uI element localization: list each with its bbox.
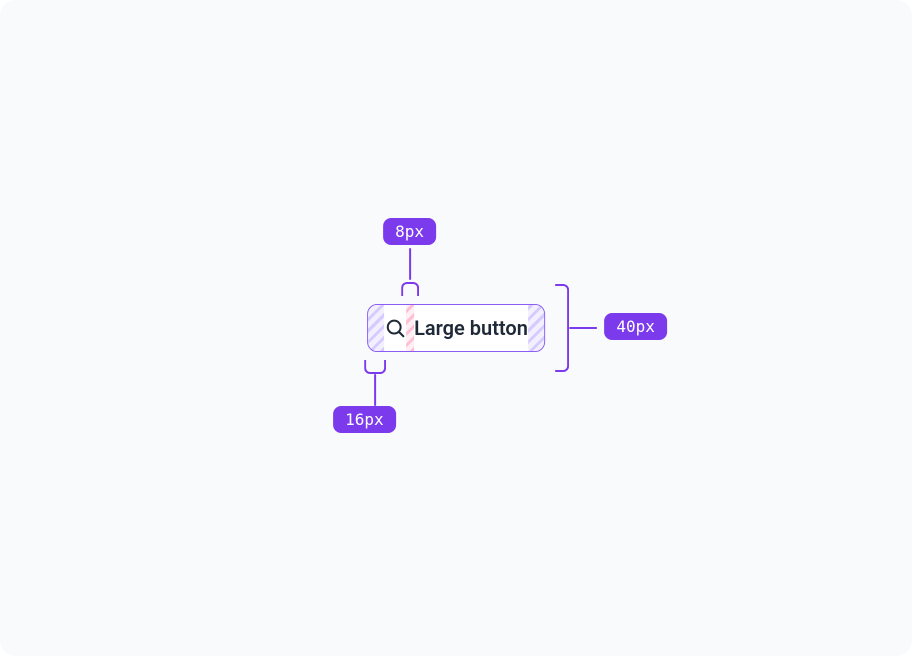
height-bracket <box>555 284 569 372</box>
gap-badge: 8px <box>383 218 436 245</box>
large-button[interactable]: Large button <box>367 304 545 352</box>
padding-bracket <box>364 360 386 374</box>
height-badge: 40px <box>604 313 667 340</box>
diagram-canvas: Large button 8px 16px 40px <box>0 0 912 656</box>
padding-connector <box>374 374 376 406</box>
search-icon <box>384 317 406 339</box>
gap-connector <box>409 248 411 280</box>
button-label: Large button <box>414 316 528 340</box>
height-connector <box>569 327 597 329</box>
padding-badge: 16px <box>333 406 396 433</box>
button-spec-diagram: Large button 8px 16px 40px <box>367 304 545 352</box>
padding-right-indicator <box>528 305 544 351</box>
gap-indicator <box>406 305 414 351</box>
gap-bracket <box>401 282 419 296</box>
padding-left-indicator <box>368 305 384 351</box>
